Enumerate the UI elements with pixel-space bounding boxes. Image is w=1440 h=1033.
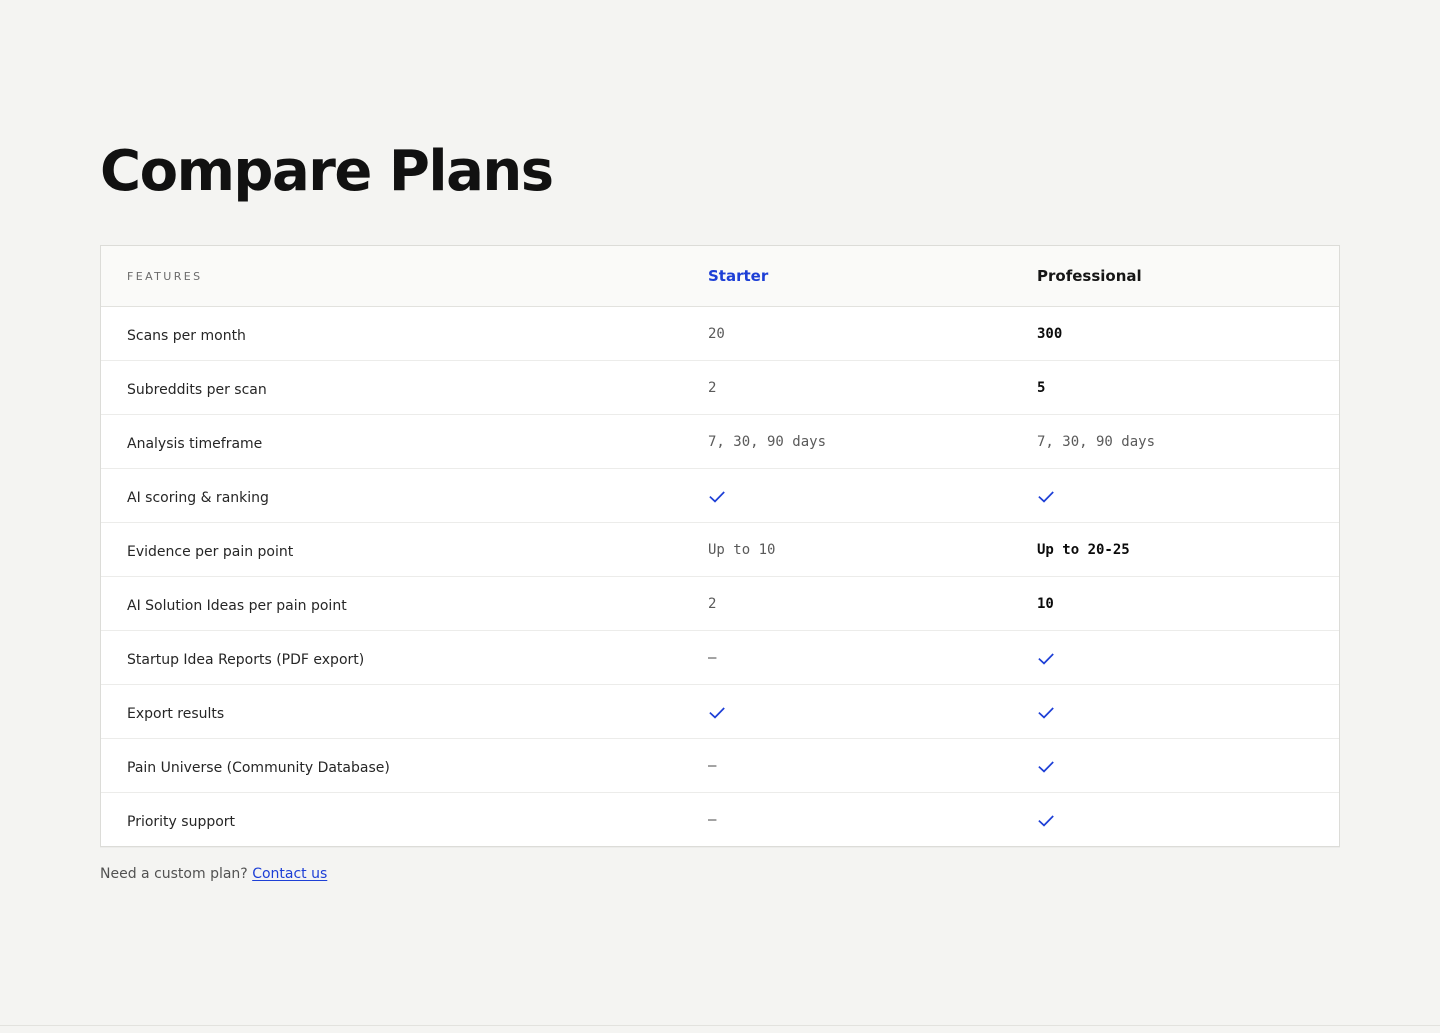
starter-column-header: Starter [708,267,769,285]
starter-value: 20 [708,325,725,342]
checkmark-icon [708,704,726,722]
starter-cell: 7, 30, 90 days [708,415,826,468]
table-row: Export results [101,685,1339,739]
table-row: Pain Universe (Community Database) – [101,739,1339,793]
checkmark-icon [1037,704,1055,722]
feature-label: Startup Idea Reports (PDF export) [127,651,365,668]
not-included-dash: – [708,811,717,828]
checkmark-icon [1037,812,1055,830]
starter-cell: – [708,631,716,684]
feature-label: Export results [127,705,225,722]
professional-cell [1037,739,1055,792]
custom-plan-text: Need a custom plan? [100,866,248,882]
page-bottom-divider [0,1025,1440,1026]
professional-value: Up to 20-25 [1037,541,1130,558]
starter-value: Up to 10 [708,541,776,558]
checkmark-icon [1037,758,1055,776]
professional-cell: 300 [1037,307,1062,360]
checkmark-icon [1037,488,1055,506]
professional-value: 10 [1037,595,1054,612]
starter-cell: 20 [708,307,725,360]
starter-cell: – [708,793,716,846]
checkmark-icon [1037,650,1055,668]
feature-label: Subreddits per scan [127,381,267,398]
starter-cell: 2 [708,361,716,414]
features-column-header: FEATURES [127,269,203,283]
table-row: Analysis timeframe 7, 30, 90 days 7, 30, 9… [101,415,1339,469]
not-included-dash: – [708,649,717,666]
table-row: AI scoring & ranking [101,469,1339,523]
starter-cell [708,469,726,522]
feature-label: Evidence per pain point [127,543,294,560]
professional-cell: 10 [1037,577,1054,630]
starter-value: 2 [708,379,717,396]
not-included-dash: – [708,757,717,774]
comparison-table: FEATURES Starter Professional Scans per … [100,245,1340,847]
professional-cell: Up to 20-25 [1037,523,1130,576]
custom-plan-note: Need a custom plan? Contact us [100,866,327,882]
professional-cell: 5 [1037,361,1045,414]
starter-value: 2 [708,595,717,612]
feature-label: Analysis timeframe [127,435,263,452]
professional-value: 300 [1037,325,1063,342]
feature-label: Priority support [127,813,236,830]
professional-column-header: Professional [1037,267,1142,285]
professional-value: 7, 30, 90 days [1037,433,1156,450]
starter-cell: – [708,739,716,792]
starter-cell: Up to 10 [708,523,775,576]
table-header: FEATURES Starter Professional [101,246,1339,307]
table-row: Startup Idea Reports (PDF export) – [101,631,1339,685]
professional-cell: 7, 30, 90 days [1037,415,1155,468]
professional-cell [1037,631,1055,684]
professional-cell [1037,793,1055,846]
table-body: Scans per month 20 300 Subreddits per scan 2… [101,307,1339,846]
starter-value: 7, 30, 90 days [708,433,827,450]
starter-cell [708,685,726,738]
feature-label: AI Solution Ideas per pain point [127,597,347,614]
table-row: AI Solution Ideas per pain point 2 10 [101,577,1339,631]
feature-label: AI scoring & ranking [127,489,269,506]
starter-cell: 2 [708,577,716,630]
page-title: Compare Plans [100,139,554,204]
table-row: Subreddits per scan 2 5 [101,361,1339,415]
contact-us-link[interactable]: Contact us [252,866,327,882]
professional-value: 5 [1037,379,1046,396]
table-row: Evidence per pain point Up to 10 Up to 20-… [101,523,1339,577]
table-row: Priority support – [101,793,1339,846]
feature-label: Pain Universe (Community Database) [127,759,390,776]
professional-cell [1037,685,1055,738]
feature-label: Scans per month [127,327,246,344]
checkmark-icon [708,488,726,506]
table-row: Scans per month 20 300 [101,307,1339,361]
professional-cell [1037,469,1055,522]
